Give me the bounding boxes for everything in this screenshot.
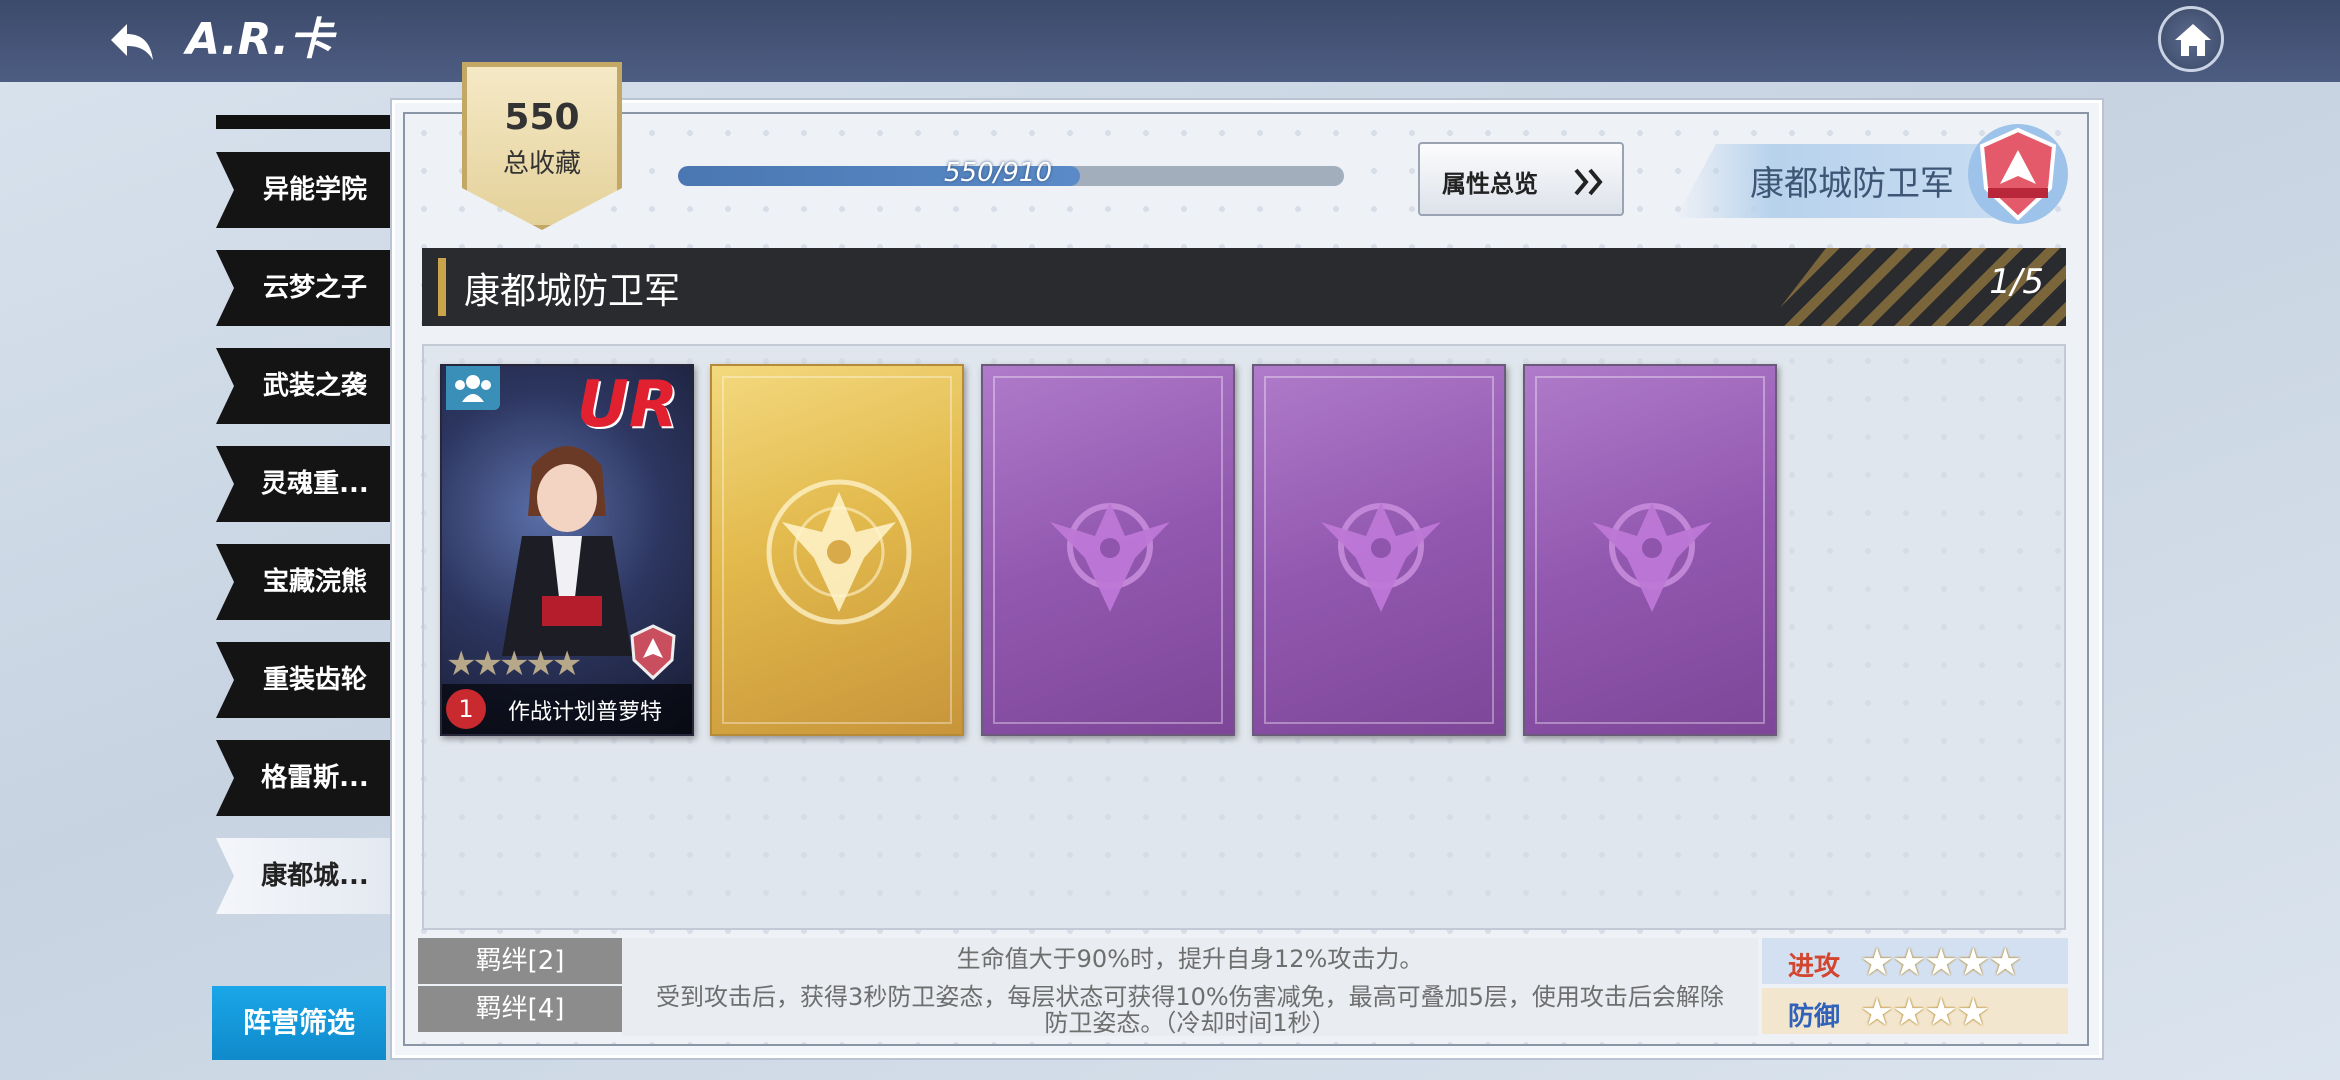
- bond-2-label: 羁绊[2]: [418, 938, 622, 984]
- sidebar-top-divider: [216, 115, 390, 129]
- attack-star-rating: ★★★★★: [1860, 940, 2022, 984]
- faction-name: 康都城防卫军: [1750, 164, 1954, 204]
- double-chevron-right-icon: [1574, 168, 1603, 196]
- card-name: 作战计划普萝特: [508, 700, 663, 725]
- sidebar-item-label: 重装齿轮: [262, 665, 367, 695]
- attribute-overview-label: 属性总览: [1442, 170, 1538, 198]
- faction-filter-button[interactable]: 阵营筛选: [212, 986, 386, 1060]
- sidebar-item-label: 云梦之子: [262, 273, 367, 303]
- sidebar-item-faction-7[interactable]: 格雷斯...: [216, 740, 390, 816]
- card-star-rating: ★★★★★: [446, 644, 582, 684]
- collection-label: 总收藏: [502, 149, 581, 179]
- card-caption: 1 作战计划普萝特: [442, 684, 692, 734]
- card-locked-purple[interactable]: [981, 364, 1235, 736]
- back-arrow-icon[interactable]: [105, 14, 161, 70]
- card-locked-gold[interactable]: [710, 364, 964, 736]
- rarity-label: UR: [576, 368, 678, 442]
- sidebar-item-label: 格雷斯...: [261, 763, 369, 793]
- sidebar-item-faction-4[interactable]: 灵魂重...: [216, 446, 390, 522]
- faction-shield-icon: [1966, 122, 2070, 226]
- faction-name-tag: 康都城防卫军: [1676, 144, 1996, 218]
- faction-section-header: 康都城防卫军 1/5: [422, 248, 2066, 326]
- faction-emblem-icon: [1321, 502, 1441, 612]
- sidebar-item-label: 武装之袭: [262, 371, 367, 401]
- faction-emblem-icon: [766, 479, 912, 625]
- faction-emblem-icon: [1050, 502, 1170, 612]
- sidebar-item-faction-6[interactable]: 重装齿轮: [216, 642, 390, 718]
- team-group-icon: [446, 366, 500, 410]
- defense-star-rating: ★★★★: [1860, 990, 1990, 1034]
- defense-label: 防御: [1788, 1002, 1841, 1032]
- bond-4-text-line2: 防卫姿态。（冷却时间1秒）: [1044, 1009, 1336, 1037]
- faction-emblem-icon: [1592, 502, 1712, 612]
- sidebar-item-faction-5[interactable]: 宝藏浣熊: [216, 544, 390, 620]
- bond-2-text: 生命值大于90%时，提升自身12%攻击力。: [956, 945, 1424, 973]
- sidebar-item-label: 灵魂重...: [261, 469, 369, 499]
- sidebar-item-label: 宝藏浣熊: [262, 567, 367, 597]
- collection-progress-text: 550/910: [943, 158, 1052, 188]
- sidebar-item-faction-2[interactable]: 云梦之子: [216, 250, 390, 326]
- home-icon[interactable]: [2158, 6, 2224, 72]
- card-locked-purple[interactable]: [1523, 364, 1777, 736]
- faction-mark-icon: [630, 624, 676, 680]
- sidebar-item-label: 异能学院: [262, 175, 367, 205]
- bond-4-text-line1: 受到攻击后，获得3秒防卫姿态，每层状态可获得10%伤害减免，最高可叠加5层，使用…: [656, 983, 1724, 1011]
- card-level-badge: 1: [446, 689, 486, 729]
- card-locked-purple[interactable]: [1252, 364, 1506, 736]
- attack-label: 进攻: [1788, 952, 1841, 982]
- collection-count: 550: [504, 97, 580, 138]
- character-portrait: [502, 446, 632, 656]
- header-accent-bar: [438, 258, 446, 316]
- sidebar-item-faction-3[interactable]: 武装之袭: [216, 348, 390, 424]
- sidebar-item-faction-8-active[interactable]: 康都城...: [216, 838, 390, 914]
- bond-4-label: 羁绊[4]: [418, 986, 622, 1032]
- sidebar-item-label: 康都城...: [261, 861, 369, 891]
- card-owned-ur[interactable]: UR ★★★★★ 1 作战计划普萝特: [440, 364, 694, 736]
- sidebar-item-faction-1[interactable]: 异能学院: [216, 152, 390, 228]
- section-page-indicator: 1/5: [1989, 262, 2044, 302]
- attack-stat-row: 进攻 ★★★★★: [1762, 938, 2068, 984]
- top-bar: A.R.卡: [0, 0, 2340, 82]
- section-title: 康都城防卫军: [464, 271, 681, 312]
- page-title: A.R.卡: [186, 14, 333, 65]
- attribute-overview-button[interactable]: 属性总览: [1418, 142, 1624, 216]
- defense-stat-row: 防御 ★★★★: [1762, 988, 2068, 1034]
